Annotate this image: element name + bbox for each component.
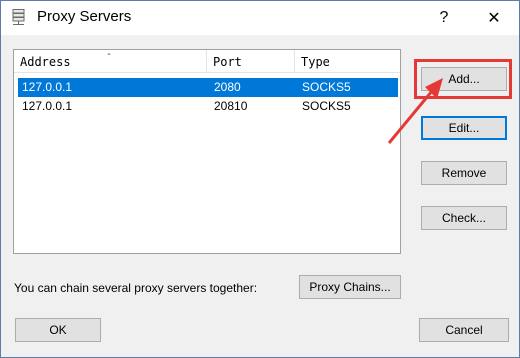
address-cell: 127.0.0.1 (22, 99, 73, 113)
list-item[interactable]: 127.0.0.1 20810 SOCKS5 (18, 97, 398, 116)
column-header-label: Port (213, 55, 242, 69)
port-cell: 2080 (214, 80, 241, 94)
remove-button[interactable]: Remove (421, 161, 507, 185)
proxy-list[interactable]: Address ˆ Port Type 127.0.0.1 2080 SOCKS… (13, 49, 401, 254)
type-cell: SOCKS5 (302, 80, 351, 94)
chain-hint-label: You can chain several proxy servers toge… (14, 281, 258, 295)
column-header-port[interactable]: Port (207, 50, 295, 72)
proxy-servers-dialog: Proxy Servers ? ✕ Address ˆ Port Type 12… (0, 0, 520, 358)
window-title: Proxy Servers (37, 8, 132, 25)
check-button[interactable]: Check... (421, 206, 507, 230)
port-cell: 20810 (214, 99, 248, 113)
type-cell: SOCKS5 (302, 99, 351, 113)
column-header-address[interactable]: Address ˆ (14, 50, 207, 72)
address-cell: 127.0.0.1 (22, 80, 73, 94)
ok-button[interactable]: OK (15, 318, 101, 342)
server-icon (11, 9, 27, 27)
cancel-button[interactable]: Cancel (419, 318, 509, 342)
red-arrow-icon (387, 78, 443, 144)
column-header-label: Type (301, 55, 330, 69)
sort-ascending-icon: ˆ (106, 53, 113, 64)
column-header-label: Address (20, 55, 71, 69)
list-item[interactable]: 127.0.0.1 2080 SOCKS5 (18, 78, 398, 97)
column-header-type[interactable]: Type (295, 50, 400, 72)
close-button[interactable]: ✕ (471, 1, 517, 35)
proxy-chains-button[interactable]: Proxy Chains... (299, 275, 401, 299)
list-header: Address ˆ Port Type (14, 50, 400, 73)
help-button[interactable]: ? (421, 1, 467, 35)
title-bar: Proxy Servers ? ✕ (1, 1, 519, 35)
